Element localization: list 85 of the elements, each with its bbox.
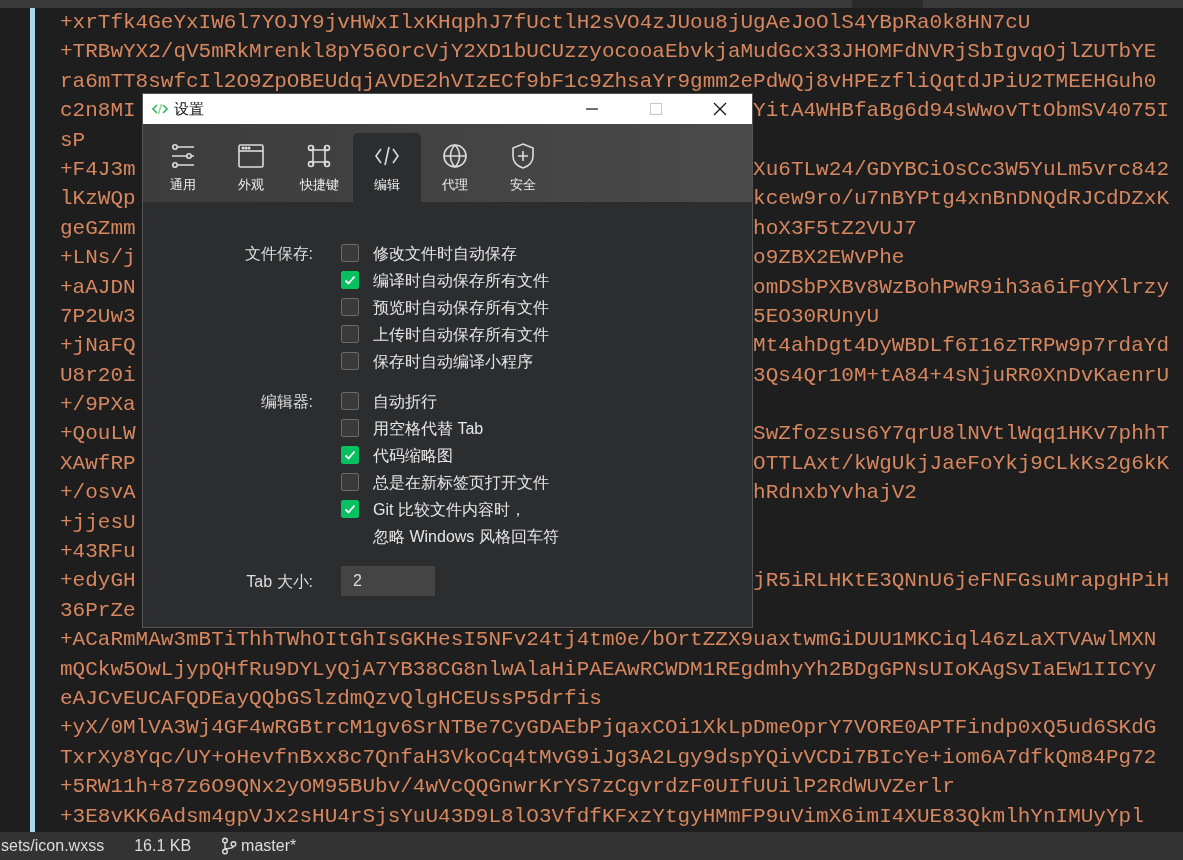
code-line: +F4J3m: [60, 157, 136, 181]
option-label: 忽略 Windows 风格回车符: [373, 527, 559, 547]
option-label: 预览时自动保存所有文件: [373, 298, 549, 318]
code-line: 3Qs4Qr10M+tA84+4sNjuRR0XnDvKaenrU: [753, 362, 1169, 389]
code-line: OTTLAxt/kWgUkjJaeFoYkj9CLkKs2g6kK: [753, 450, 1169, 477]
code-line: TxrXy8Yqc/UY+oHevfnBxx8c7QnfaH3VkoCq4tMvG9iJg3A2Lgy9dspYQivVCDi7BIcYe+iom6A7dfkQm84Pg72: [60, 745, 1157, 769]
code-line: +jjesU: [60, 510, 136, 534]
option-label: 总是在新标签页打开文件: [373, 473, 549, 493]
git-branch[interactable]: master*: [241, 837, 297, 855]
code-line: U8r20i: [60, 363, 136, 387]
maximize-icon: [649, 102, 663, 116]
code-line: Xu6TLw24/GDYBCiOsCc3W5YuLm5vrc842: [753, 156, 1169, 183]
code-line: sP: [60, 128, 86, 152]
code-line: SwZfozsus6Y7qrU8lNVtlWqq1HKv7phhT: [753, 421, 1169, 448]
code-line: +43RFu: [60, 540, 136, 564]
option-label: 编译时自动保存所有文件: [373, 271, 549, 291]
file-path: sets/icon.wxss: [1, 837, 105, 855]
window-title: 设置: [174, 99, 204, 119]
code-line: omDSbPXBv8WzBohPwR9ih3a6iFgYXlrzy: [753, 274, 1169, 301]
checkbox[interactable]: [341, 298, 359, 316]
code-line: c2n8MI: [60, 99, 136, 123]
option-label: 自动折行: [373, 392, 437, 412]
file-size: 16.1 KB: [134, 837, 192, 855]
code-line: +edyGH: [60, 569, 136, 593]
checkbox[interactable]: [341, 392, 359, 410]
option-label: Git 比较文件内容时，: [373, 500, 526, 520]
checkbox[interactable]: [341, 500, 359, 518]
option-label: 用空格代替 Tab: [373, 419, 484, 439]
code-line: jR5iRLHKtE3QNnU6jeFNFGsuMrapgHPiH: [753, 568, 1169, 595]
code-line: 7P2Uw3: [60, 304, 136, 328]
code-line: o9ZBX2EWvPhe: [753, 245, 905, 272]
code-line: +/osvA: [60, 481, 136, 505]
settings-tab[interactable]: 外观: [217, 133, 285, 202]
settings-tab[interactable]: 通用: [149, 133, 217, 202]
code-line: +TRBwYX2/qV5mRkMrenkl8pY56OrcVjY2XD1bUCUzzyocooaEbvkjaMudGcx33JHOMFdNVRjSbIgvqOjlZUTbYE: [60, 40, 1157, 64]
code-line: +jNaFQ: [60, 334, 136, 358]
code-line: 5EO30RUnyU: [753, 303, 880, 330]
option-label: 代码缩略图: [373, 446, 453, 466]
section-label: 编辑器:: [259, 392, 313, 412]
settings-tab[interactable]: 代理: [421, 133, 489, 202]
settings-tab[interactable]: 快捷键: [285, 133, 353, 202]
code-line: hoX3F5tZ2VUJ7: [753, 215, 917, 242]
close-icon: [713, 102, 727, 116]
checkbox[interactable]: [341, 473, 359, 491]
code-icon: [152, 103, 168, 115]
code-line: +aAJDN: [60, 275, 136, 299]
check-icon: [343, 448, 357, 462]
settings-tab[interactable]: 安全: [489, 133, 557, 202]
code-line: geGZmm: [60, 216, 136, 240]
code-line: +/9PXa: [60, 393, 136, 417]
checkbox[interactable]: [341, 244, 359, 262]
code-line: +3E8vKK6Adsm4gpVJx2sHU4rSjsYuU43D9L8lO3VfdfKFxzYtgyHMmFP9uVimX6imI4XUE83QkmlhYnIMUyYpl: [60, 804, 1144, 828]
code-line: hRdnxbYvhajV2: [753, 480, 917, 507]
tab-size-label: Tab 大小:: [245, 571, 313, 592]
code-line: ra6mTT8swfcIl2O9ZpOBEUdqjAVDE2hVIzECf9bF1c9ZhsaYr9gmm2ePdWQj8vHPEzfliQqtdJPiU2TMEEHGuh0: [60, 69, 1157, 93]
code-line: +LNs/j: [60, 246, 136, 270]
code-line: Mt4ahDgt4DyWBDLf6I16zTRPw9p7rdaYd: [753, 333, 1169, 360]
checkbox[interactable]: [341, 271, 359, 289]
code-line: mQCkw5OwLjypQHfRu9DYLyQjA7YB38CG8nlwAlaHiPAEAwRCWDM1REgdmhyYh2BDgGPNsUIoKAgSvIaEW1IICYy: [60, 657, 1157, 681]
option-label: 保存时自动编译小程序: [373, 352, 533, 372]
settings-tab[interactable]: 编辑: [353, 133, 421, 202]
option-label: 上传时自动保存所有文件: [373, 325, 549, 345]
git-branch-icon: [221, 837, 238, 855]
window-icon: [236, 141, 266, 171]
check-icon: [343, 273, 357, 287]
code-line: lKzWQp: [60, 187, 136, 211]
code-line: +yX/0MlVA3Wj4GF4wRGBtrcM1gv6SrNTBe7CyGDAEbPjqaxCOi1XkLpDmeOprY7VORE0APTFindp0xQ5ud6SKdG: [60, 716, 1157, 740]
code-line: 36PrZe: [60, 598, 136, 622]
checkbox[interactable]: [341, 419, 359, 437]
option-label: 修改文件时自动保存: [373, 244, 517, 264]
code-line: +ACaRmMAw3mBTiThhTWhOItGhIsGKHesI5NFv24tj4tm0e/bOrtZZX9uaxtwmGiDUU1MKCiql46zLaXTVAwlMXN: [60, 628, 1157, 652]
code-line: XAwfRP: [60, 451, 136, 475]
code-line: eAJCvEUCAFQDEayQQbGSlzdmQzvQlgHCEUssP5drfis: [60, 687, 602, 710]
code-line: +5RW11h+87z6O9QNx2yOM95BUbv/4wVcQQGnwrKrYS7zCgvrdzF0UIfUUilP2RdWUVZerlr: [60, 775, 955, 799]
tab-size-field[interactable]: 2: [341, 566, 435, 596]
check-icon: [343, 502, 357, 516]
code-line: +xrTfk4GeYxIW6l7YOJY9jvHWxIlxKHqphJ7fUctlH2sVO4zJUou8jUgAeJoOlS4YBpRa0k8HN7cU: [60, 11, 1031, 34]
code-line: kcew9ro/u7nBYPtg4xnBnDNQdRJCdDZxK: [753, 186, 1169, 213]
code-line: +QouLW: [60, 422, 136, 446]
checkbox[interactable]: [341, 446, 359, 464]
checkbox[interactable]: [341, 352, 359, 370]
globe-icon: [440, 141, 470, 171]
code-line: YitA4WHBfaBg6d94sWwovTtObmSV4075I: [753, 98, 1169, 125]
checkbox[interactable]: [341, 325, 359, 343]
section-label: 文件保存:: [243, 244, 313, 264]
